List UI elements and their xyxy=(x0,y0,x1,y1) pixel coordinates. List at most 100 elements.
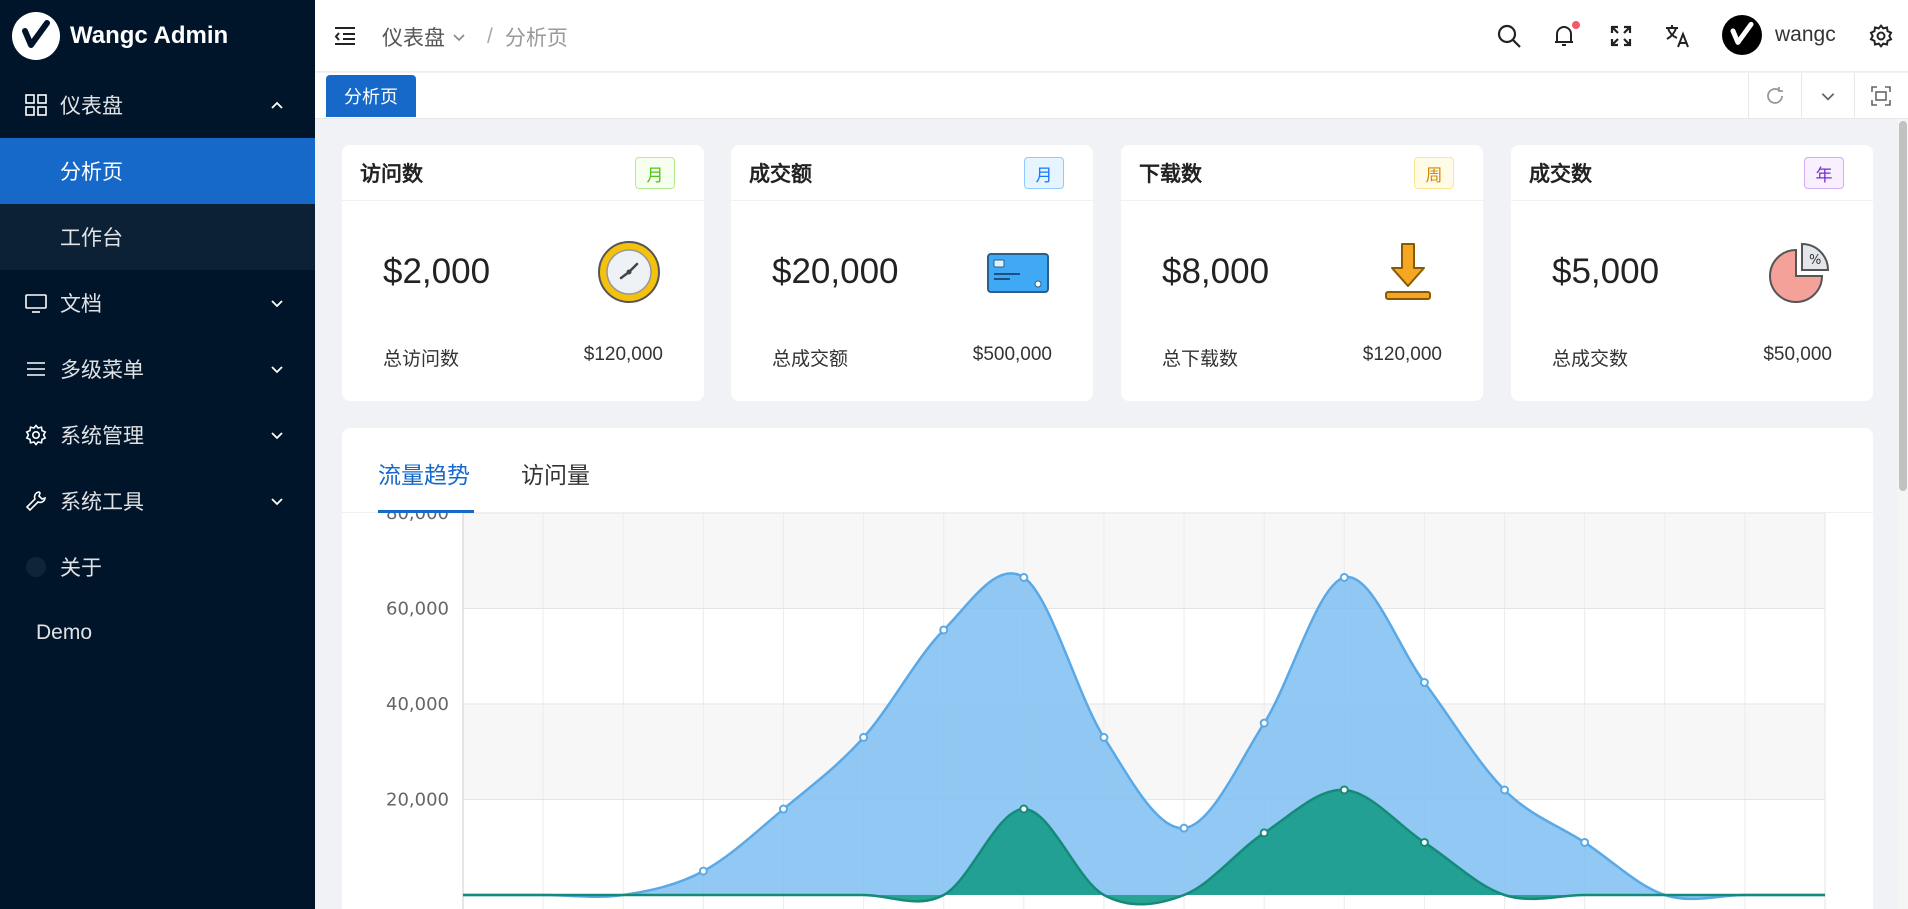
sidebar: Wangc Admin 仪表盘 分析页 工作台 文档 多级菜单 系统管理 系统工… xyxy=(0,0,315,909)
monitor-icon xyxy=(24,291,48,315)
card-footer-value: $120,000 xyxy=(583,344,663,365)
data-point xyxy=(1259,718,1269,728)
scrollbar-thumb[interactable] xyxy=(1899,121,1907,491)
app-title: Wangc Admin xyxy=(70,22,229,49)
data-point xyxy=(1419,678,1429,688)
data-point xyxy=(1580,837,1590,847)
maximize-content-icon[interactable] xyxy=(1854,73,1907,119)
stat-card-visits: 访问数 月 $2,000 总访问数 $120,000 xyxy=(342,145,704,401)
chevron-down-icon[interactable] xyxy=(451,29,467,45)
avatar[interactable] xyxy=(1722,15,1762,55)
card-header: 成交数 年 xyxy=(1511,145,1873,201)
top-header: 仪表盘 / 分析页 wangc xyxy=(315,0,1908,72)
chevron-down-icon xyxy=(271,498,283,506)
breadcrumb: 仪表盘 / 分析页 xyxy=(382,22,568,52)
data-point xyxy=(698,866,708,876)
translate-icon[interactable] xyxy=(1661,20,1693,52)
data-point xyxy=(939,625,949,635)
sidebar-item-analysis[interactable]: 分析页 xyxy=(0,138,315,204)
tab-traffic-trend[interactable]: 流量趋势 xyxy=(378,456,470,490)
traffic-chart: 80,000 60,000 40,000 20,000 xyxy=(386,513,1826,909)
svg-text:%: % xyxy=(1809,253,1821,268)
sidebar-item-tools[interactable]: 系统工具 xyxy=(0,468,315,534)
card-footer-label: 总访问数 xyxy=(383,349,460,370)
sidebar-item-about[interactable]: 关于 xyxy=(0,534,315,600)
sidebar-item-label: 工作台 xyxy=(60,227,123,250)
period-tag: 月 xyxy=(1024,157,1064,189)
sidebar-item-label: 系统工具 xyxy=(60,491,144,514)
bell-icon[interactable] xyxy=(1548,20,1580,52)
settings-gear-icon[interactable] xyxy=(1865,20,1897,52)
breadcrumb-item-dashboard[interactable]: 仪表盘 xyxy=(382,22,445,52)
card-footer-value: $120,000 xyxy=(1362,344,1442,365)
data-point xyxy=(1500,785,1510,795)
sidebar-item-label: 文档 xyxy=(60,293,102,316)
data-point xyxy=(1019,572,1029,582)
data-point xyxy=(859,732,869,742)
credit-card-icon xyxy=(987,253,1049,293)
sidebar-item-multilevel[interactable]: 多级菜单 xyxy=(0,336,315,402)
fullscreen-icon[interactable] xyxy=(1605,20,1637,52)
logo-mark-icon xyxy=(12,12,60,60)
card-title: 下载数 xyxy=(1139,162,1202,186)
notification-dot xyxy=(1572,21,1580,29)
sidebar-item-label: 仪表盘 xyxy=(60,95,123,118)
sidebar-item-label: 系统管理 xyxy=(60,425,144,448)
breadcrumb-separator: / xyxy=(487,25,493,48)
sidebar-item-demo[interactable]: Demo xyxy=(0,600,315,666)
card-header: 访问数 月 xyxy=(342,145,704,201)
traffic-panel: 流量趋势 访问量 80,000 60,000 40,000 20,000 xyxy=(342,428,1873,909)
stat-card-revenue: 成交额 月 $20,000 总成交额 $500,000 xyxy=(731,145,1093,401)
chevron-down-icon xyxy=(271,432,283,440)
clock-icon xyxy=(598,241,660,303)
y-tick-label: 60,000 xyxy=(386,599,449,620)
card-value: $2,000 xyxy=(383,252,491,291)
wrench-icon xyxy=(24,489,48,513)
y-tick-label: 80,000 xyxy=(386,513,449,524)
card-value: $8,000 xyxy=(1162,252,1270,291)
app-logo[interactable]: Wangc Admin xyxy=(0,0,315,72)
list-icon xyxy=(24,357,48,381)
data-point xyxy=(1259,828,1269,838)
download-icon xyxy=(1385,243,1431,300)
sidebar-item-docs[interactable]: 文档 xyxy=(0,270,315,336)
card-title: 成交数 xyxy=(1529,162,1592,186)
tab-analysis[interactable]: 分析页 xyxy=(326,75,416,117)
refresh-icon[interactable] xyxy=(1748,73,1801,119)
username[interactable]: wangc xyxy=(1775,23,1836,47)
period-tag: 年 xyxy=(1804,157,1844,189)
card-footer-label: 总下载数 xyxy=(1162,349,1239,370)
sidebar-item-label: 关于 xyxy=(60,557,102,580)
card-value: $20,000 xyxy=(772,252,899,291)
chevron-down-icon xyxy=(271,300,283,308)
sidebar-item-dashboard[interactable]: 仪表盘 xyxy=(0,72,315,138)
data-point xyxy=(1339,572,1349,582)
card-value: $5,000 xyxy=(1552,252,1660,291)
stat-card-downloads: 下载数 周 $8,000 总下载数 $120,000 xyxy=(1121,145,1483,401)
data-point xyxy=(1099,732,1109,742)
card-header: 成交额 月 xyxy=(731,145,1093,201)
card-footer-label: 总成交额 xyxy=(772,349,849,370)
tabs-dropdown-icon[interactable] xyxy=(1801,73,1854,119)
tab-visits[interactable]: 访问量 xyxy=(521,456,590,490)
circle-icon xyxy=(24,555,48,579)
panel-tabs: 流量趋势 访问量 xyxy=(342,428,1873,513)
pie-chart-icon: % xyxy=(1769,242,1830,303)
data-point xyxy=(1019,804,1029,814)
page-tabs-bar: 分析页 xyxy=(315,73,1908,119)
dashboard-icon xyxy=(24,93,48,117)
search-icon[interactable] xyxy=(1493,20,1525,52)
sidebar-item-system[interactable]: 系统管理 xyxy=(0,402,315,468)
sidebar-item-workbench[interactable]: 工作台 xyxy=(0,204,315,270)
menu-fold-icon[interactable] xyxy=(331,22,359,50)
period-tag: 周 xyxy=(1414,157,1454,189)
gear-icon xyxy=(24,423,48,447)
chevron-up-icon xyxy=(271,101,283,109)
stat-card-deals: 成交数 年 $5,000 % 总成交数 $50,000 xyxy=(1511,145,1873,401)
card-header: 下载数 周 xyxy=(1121,145,1483,201)
period-tag: 月 xyxy=(635,157,675,189)
plot-band xyxy=(463,513,1825,609)
card-footer-label: 总成交数 xyxy=(1552,349,1629,370)
sidebar-item-label: 分析页 xyxy=(60,161,123,184)
y-tick-label: 20,000 xyxy=(386,790,449,811)
